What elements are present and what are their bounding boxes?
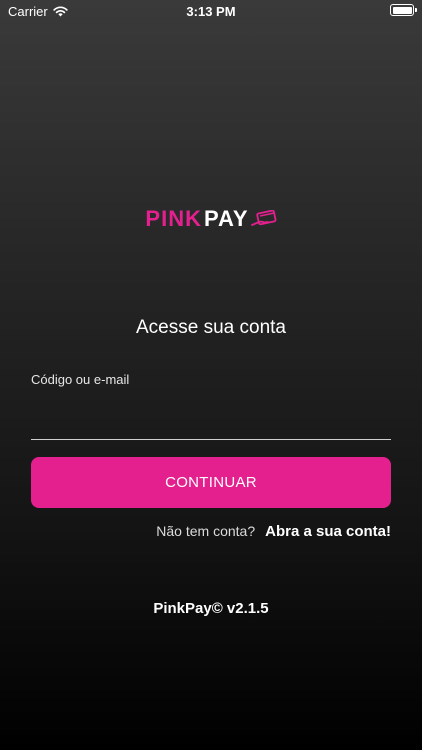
no-account-text: Não tem conta? xyxy=(156,523,256,539)
signup-row: Não tem conta? Abra a sua conta! xyxy=(156,523,391,540)
battery-icon xyxy=(390,4,417,16)
code-email-label: Código ou e-mail xyxy=(31,372,130,387)
card-hand-icon xyxy=(250,210,277,226)
status-bar: Carrier 3:13 PM xyxy=(0,0,422,22)
app-version: PinkPay© v2.1.5 xyxy=(153,600,269,617)
continue-button[interactable]: CONTINUAR xyxy=(31,457,391,508)
open-account-link[interactable]: Abra a sua conta! xyxy=(265,523,391,540)
code-email-input[interactable] xyxy=(31,398,391,440)
pinkpay-logo: PINK PAY xyxy=(0,206,422,232)
clock: 3:13 PM xyxy=(186,4,236,19)
logo-text-pink: PINK xyxy=(145,206,202,231)
logo-text-white: PAY xyxy=(203,206,249,231)
page-title: Acesse sua conta xyxy=(136,317,286,338)
